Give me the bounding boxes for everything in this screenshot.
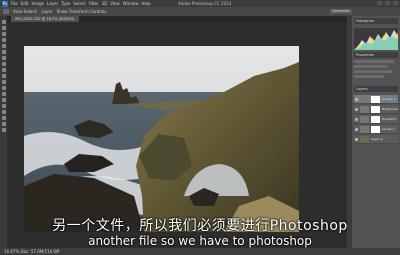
image-thumbnail [360, 136, 369, 143]
layer-row[interactable]: Layer 0 [354, 135, 398, 144]
properties-panel-header[interactable]: Properties [354, 52, 398, 58]
layer-name[interactable]: Curves 1 [382, 95, 398, 104]
show-transform-controls[interactable]: Show Transform Controls [57, 9, 107, 14]
menu-view[interactable]: View [110, 0, 120, 7]
menu-3d[interactable]: 3D [102, 0, 108, 7]
eraser-tool-icon[interactable] [1, 80, 6, 84]
window-title: Adobe Photoshop CC 2014 [178, 1, 232, 6]
adjustment-thumbnail [360, 126, 369, 133]
minimize-icon[interactable] [377, 1, 382, 5]
crop-tool-icon[interactable] [1, 44, 6, 48]
subtitle-chinese: 另一个文件，所以我们必须要进行Photoshop [52, 218, 348, 234]
tools-panel [0, 16, 7, 248]
properties-row[interactable] [354, 65, 388, 68]
menu-image[interactable]: Image [31, 0, 44, 7]
landscape-photo[interactable] [24, 46, 299, 232]
workspace-select[interactable]: Essentials [330, 9, 352, 14]
properties-row[interactable] [354, 60, 394, 63]
layer-mask-thumbnail[interactable] [371, 96, 380, 103]
layer-row[interactable]: Curves 1 [354, 95, 398, 104]
clone-stamp-tool-icon[interactable] [1, 68, 6, 72]
healing-brush-tool-icon[interactable] [1, 56, 6, 60]
maximize-icon[interactable] [385, 1, 390, 5]
visibility-eye-icon[interactable] [355, 118, 358, 121]
pen-tool-icon[interactable] [1, 98, 6, 102]
layer-name[interactable]: Hue/Sat 1 [382, 115, 398, 124]
move-tool-icon[interactable] [3, 9, 9, 14]
menu-edit[interactable]: Edit [21, 0, 29, 7]
gradient-tool-icon[interactable] [1, 86, 6, 90]
layer-name[interactable]: Layer 0 [371, 135, 397, 144]
menu-window[interactable]: Window [123, 0, 139, 7]
options-bar: Auto-Select: Layer Show Transform Contro… [0, 7, 400, 16]
visibility-eye-icon[interactable] [355, 98, 358, 101]
zoom-tool-icon[interactable] [1, 128, 6, 132]
path-select-tool-icon[interactable] [1, 110, 6, 114]
shape-tool-icon[interactable] [1, 116, 6, 120]
close-icon[interactable] [393, 1, 398, 5]
eyedropper-tool-icon[interactable] [1, 50, 6, 54]
adjustment-thumbnail [360, 116, 369, 123]
dodge-tool-icon[interactable] [1, 92, 6, 96]
layers-panel-header[interactable]: Layers [354, 86, 398, 92]
window-controls [377, 1, 398, 5]
properties-row[interactable] [354, 75, 384, 78]
type-tool-icon[interactable] [1, 104, 6, 108]
histogram-panel-header[interactable]: Histogram [354, 18, 398, 24]
visibility-eye-icon[interactable] [355, 108, 358, 111]
menu-type[interactable]: Type [61, 0, 70, 7]
photoshop-logo-icon: Ps [2, 0, 8, 7]
auto-select-target[interactable]: Layer [42, 9, 53, 14]
histogram-graph [354, 28, 398, 50]
adjustment-thumbnail [360, 96, 369, 103]
menu-select[interactable]: Select [73, 0, 85, 7]
layer-row[interactable]: Levels 1 [354, 125, 398, 134]
marquee-tool-icon[interactable] [1, 26, 6, 30]
lasso-tool-icon[interactable] [1, 32, 6, 36]
history-brush-tool-icon[interactable] [1, 74, 6, 78]
auto-select-label: Auto-Select: [13, 9, 38, 14]
menu-layer[interactable]: Layer [47, 0, 58, 7]
layer-row[interactable]: Brightness [354, 105, 398, 114]
zoom-doc-info: 16.67% Doc: 57.0M/114.0M [4, 249, 60, 254]
status-bar: 16.67% Doc: 57.0M/114.0M [0, 248, 400, 255]
menu-file[interactable]: File [11, 0, 18, 7]
adjustment-thumbnail [360, 106, 369, 113]
properties-row[interactable] [354, 70, 392, 73]
layer-name[interactable]: Brightness [382, 105, 398, 114]
menu-filter[interactable]: Filter [89, 0, 99, 7]
brush-tool-icon[interactable] [1, 62, 6, 66]
panel-icon-strip [347, 16, 352, 248]
layer-mask-thumbnail[interactable] [371, 106, 380, 113]
layer-mask-thumbnail[interactable] [371, 126, 380, 133]
layer-mask-thumbnail[interactable] [371, 116, 380, 123]
subtitle-english: another file so we have to photoshop [88, 234, 312, 248]
visibility-eye-icon[interactable] [355, 138, 358, 141]
hand-tool-icon[interactable] [1, 122, 6, 126]
layer-row[interactable]: Hue/Sat 1 [354, 115, 398, 124]
layer-name[interactable]: Levels 1 [382, 125, 398, 134]
visibility-eye-icon[interactable] [355, 128, 358, 131]
menu-help[interactable]: Help [141, 0, 150, 7]
move-tool-icon[interactable] [1, 20, 6, 24]
quick-select-tool-icon[interactable] [1, 38, 6, 42]
menu-bar: Ps File Edit Image Layer Type Select Fil… [0, 0, 400, 7]
